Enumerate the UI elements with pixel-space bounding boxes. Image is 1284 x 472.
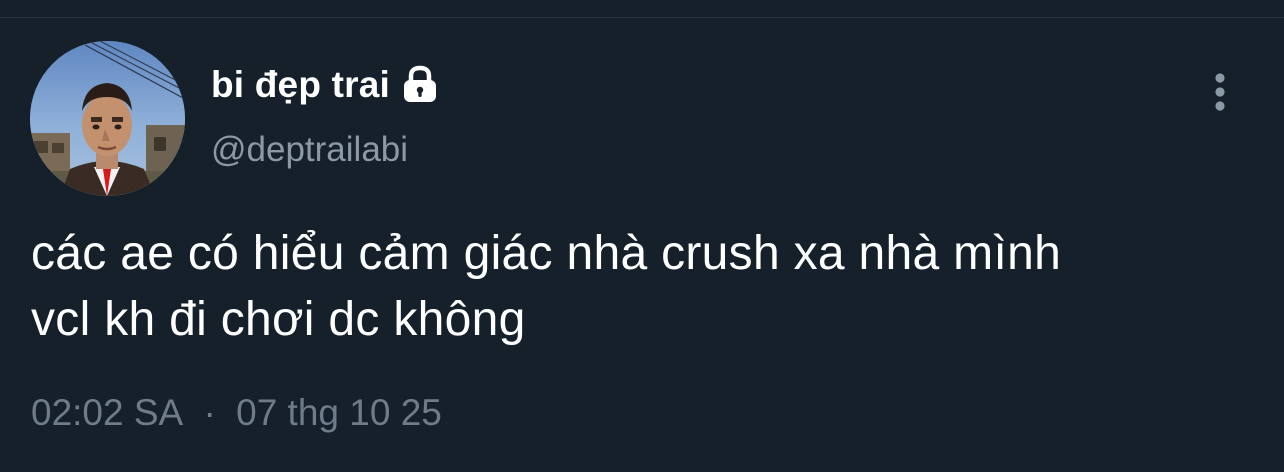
meta-separator: · [203, 392, 216, 433]
tweet-timestamp[interactable]: 02:02 SA · 07 thg 10 25 [31, 388, 442, 438]
tweet-date: 07 thg 10 25 [236, 392, 442, 433]
tweet-text: các ae có hiểu cảm giác nhà crush xa nhà… [31, 221, 1261, 353]
tweet-text-line: vcl kh đi chơi dc không [31, 293, 526, 346]
author-handle[interactable]: @deptrailabi [211, 128, 408, 172]
author-name-row: bi đẹp trai [211, 62, 440, 108]
avatar[interactable] [30, 41, 185, 196]
more-options-button[interactable] [1196, 68, 1244, 116]
tweet-text-line: các ae có hiểu cảm giác nhà crush xa nhà… [31, 227, 1062, 280]
lock-icon [400, 65, 440, 105]
top-divider [0, 0, 1284, 18]
avatar-photo [30, 41, 185, 196]
author-display-name[interactable]: bi đẹp trai [211, 62, 390, 108]
tweet-time: 02:02 SA [31, 392, 184, 433]
tweet-card[interactable]: bi đẹp trai @deptrailabi các ae có hiểu … [0, 18, 1284, 472]
more-vertical-icon [1215, 73, 1225, 111]
